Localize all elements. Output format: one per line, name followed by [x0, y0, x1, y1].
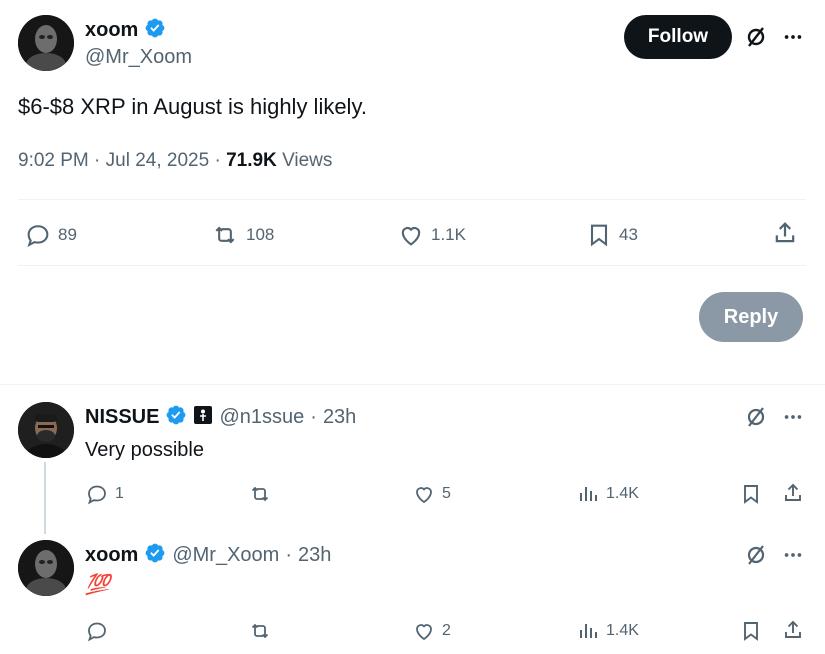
reply-text: 💯 [85, 572, 110, 596]
affiliate-badge-icon[interactable] [193, 405, 213, 430]
repost-count: 108 [246, 225, 275, 244]
divider [0, 384, 825, 385]
more-options-icon[interactable] [782, 406, 804, 428]
reply-action[interactable] [85, 619, 109, 643]
views-icon [580, 487, 597, 501]
reply-count: 89 [58, 225, 77, 244]
author-avatar[interactable] [18, 15, 74, 71]
tweet-time[interactable]: 9:02 PM [18, 150, 89, 171]
reply-author-avatar[interactable] [18, 402, 74, 458]
views-icon [580, 624, 597, 638]
reply-author-name[interactable]: NISSUE [85, 406, 159, 429]
reply-thread-line [44, 462, 46, 534]
repost-action[interactable] [247, 619, 273, 643]
more-options-icon[interactable] [782, 544, 804, 566]
like-action[interactable]: 2 [412, 619, 451, 643]
reply-count: 1 [115, 485, 124, 502]
views-count: 1.4K [606, 622, 639, 639]
reply-text: Very possible [85, 439, 204, 461]
reply-icon [27, 225, 49, 248]
views-action[interactable]: 1.4K [576, 482, 639, 506]
share-icon[interactable] [781, 481, 805, 505]
separator: · [94, 150, 101, 171]
divider [18, 199, 806, 200]
verified-badge-icon [144, 542, 166, 569]
more-options-icon[interactable] [782, 26, 804, 48]
like-icon [416, 624, 432, 641]
reply-time[interactable]: 23h [323, 406, 356, 429]
reply-author-handle[interactable]: @n1ssue [219, 406, 304, 429]
reply-icon [87, 485, 106, 505]
reply-author-name[interactable]: xoom [85, 544, 138, 567]
like-icon [416, 487, 432, 504]
like-count: 5 [442, 485, 451, 502]
bookmark-action[interactable]: 43 [585, 221, 638, 249]
share-icon[interactable] [781, 618, 805, 642]
views-action[interactable]: 1.4K [576, 619, 639, 643]
reply-button[interactable]: Reply [699, 292, 803, 342]
like-icon [401, 227, 421, 246]
author-name[interactable]: xoom [85, 19, 138, 42]
separator: · [214, 150, 221, 171]
grok-icon[interactable] [744, 405, 768, 429]
bookmark-icon[interactable] [739, 482, 763, 506]
reply-author-avatar[interactable] [18, 540, 74, 596]
repost-icon [251, 623, 269, 639]
tweet-meta: 9:02 PM · Jul 24, 2025 · 71.9K Views [18, 150, 332, 172]
separator: · [285, 544, 293, 566]
grok-icon[interactable] [744, 25, 768, 49]
views-count: 71.9K [226, 150, 277, 171]
repost-action[interactable]: 108 [210, 221, 274, 249]
like-action[interactable]: 1.1K [397, 221, 466, 249]
reply-action[interactable]: 1 [85, 482, 124, 506]
share-icon[interactable] [771, 219, 799, 247]
separator: · [310, 406, 317, 428]
like-action[interactable]: 5 [412, 482, 451, 506]
verified-badge-icon [165, 404, 187, 431]
bookmark-count: 43 [619, 225, 638, 244]
follow-button[interactable]: Follow [624, 15, 732, 59]
verified-badge-icon [144, 17, 166, 44]
reply-icon [87, 622, 106, 642]
bookmark-icon[interactable] [739, 619, 763, 643]
repost-icon [251, 486, 269, 502]
repost-icon [215, 226, 235, 244]
grok-icon[interactable] [744, 543, 768, 567]
reply-action[interactable]: 89 [24, 221, 77, 249]
divider [18, 265, 806, 266]
reply-author-handle[interactable]: @Mr_Xoom [172, 544, 279, 567]
repost-action[interactable] [247, 482, 273, 506]
like-count: 1.1K [431, 225, 466, 244]
bookmark-icon [590, 224, 608, 247]
reply-time[interactable]: 23h [298, 544, 331, 567]
views-count: 1.4K [606, 485, 639, 502]
tweet-date[interactable]: Jul 24, 2025 [106, 150, 210, 171]
author-handle[interactable]: @Mr_Xoom [85, 46, 192, 69]
views-label: Views [282, 150, 333, 171]
like-count: 2 [442, 622, 451, 639]
tweet-text: $6-$8 XRP in August is highly likely. [18, 94, 367, 119]
